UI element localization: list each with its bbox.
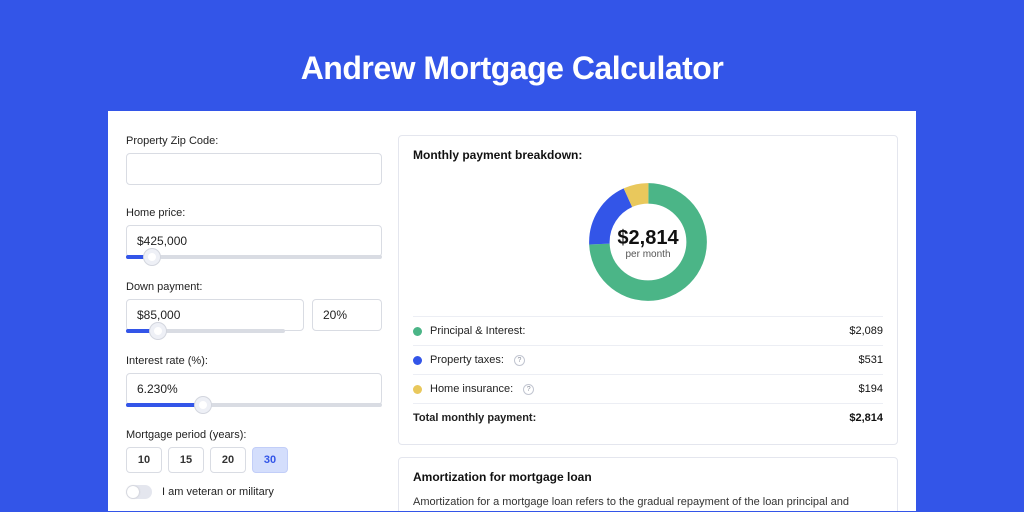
interest-rate-label: Interest rate (%): — [126, 355, 382, 367]
calculator-card: Property Zip Code: Home price: Down paym… — [108, 111, 916, 511]
zip-label: Property Zip Code: — [126, 135, 382, 147]
breakdown-item-label: Property taxes: — [430, 354, 504, 366]
period-buttons: 10152030 — [126, 447, 382, 473]
down-payment-group: Down payment: — [126, 281, 382, 333]
home-price-input[interactable] — [126, 225, 382, 257]
breakdown-row: Home insurance:? $194 — [413, 375, 883, 404]
down-payment-slider[interactable] — [126, 329, 285, 333]
breakdown-item-label: Principal & Interest: — [430, 325, 525, 337]
line-items: Principal & Interest: $2,089 Property taxe… — [413, 316, 883, 432]
period-button-20[interactable]: 20 — [210, 447, 246, 473]
breakdown-title: Monthly payment breakdown: — [413, 148, 883, 172]
yellow-dot-icon — [413, 385, 422, 394]
home-price-group: Home price: — [126, 207, 382, 259]
info-icon[interactable]: ? — [523, 384, 534, 395]
veteran-label: I am veteran or military — [162, 486, 274, 498]
donut-chart: $2,814 per month — [413, 172, 883, 316]
donut-center: $2,814 per month — [617, 227, 678, 260]
result-column: Monthly payment breakdown: $2,814 per mo… — [382, 135, 898, 511]
blue-dot-icon — [413, 356, 422, 365]
interest-rate-slider[interactable] — [126, 403, 382, 407]
amortization-panel: Amortization for mortgage loan Amortizat… — [398, 457, 898, 511]
home-price-slider[interactable] — [126, 255, 382, 259]
breakdown-row: Property taxes:? $531 — [413, 346, 883, 375]
period-group: Mortgage period (years): 10152030 — [126, 429, 382, 473]
interest-rate-slider-thumb[interactable] — [195, 397, 211, 413]
breakdown-item-value: $2,089 — [849, 325, 883, 337]
total-value: $2,814 — [849, 412, 883, 424]
green-dot-icon — [413, 327, 422, 336]
zip-group: Property Zip Code: — [126, 135, 382, 185]
amortization-text: Amortization for a mortgage loan refers … — [413, 494, 883, 511]
interest-rate-slider-fill — [126, 403, 203, 407]
period-label: Mortgage period (years): — [126, 429, 382, 441]
veteran-toggle-row: I am veteran or military — [126, 485, 382, 499]
period-button-30[interactable]: 30 — [252, 447, 288, 473]
down-payment-slider-thumb[interactable] — [150, 323, 166, 339]
period-button-10[interactable]: 10 — [126, 447, 162, 473]
breakdown-row: Principal & Interest: $2,089 — [413, 317, 883, 346]
breakdown-panel: Monthly payment breakdown: $2,814 per mo… — [398, 135, 898, 445]
zip-input[interactable] — [126, 153, 382, 185]
veteran-toggle[interactable] — [126, 485, 152, 499]
breakdown-total-row: Total monthly payment: $2,814 — [413, 404, 883, 432]
down-payment-label: Down payment: — [126, 281, 382, 293]
total-label: Total monthly payment: — [413, 412, 536, 424]
amortization-title: Amortization for mortgage loan — [413, 470, 883, 494]
breakdown-item-value: $531 — [859, 354, 883, 366]
form-column: Property Zip Code: Home price: Down paym… — [126, 135, 382, 511]
interest-rate-input[interactable] — [126, 373, 382, 405]
down-payment-pct-input[interactable] — [312, 299, 382, 331]
info-icon[interactable]: ? — [514, 355, 525, 366]
period-button-15[interactable]: 15 — [168, 447, 204, 473]
veteran-toggle-knob — [127, 486, 139, 498]
breakdown-item-label: Home insurance: — [430, 383, 513, 395]
breakdown-item-value: $194 — [859, 383, 883, 395]
home-price-label: Home price: — [126, 207, 382, 219]
interest-rate-group: Interest rate (%): — [126, 355, 382, 407]
home-price-slider-thumb[interactable] — [144, 249, 160, 265]
page-title: Andrew Mortgage Calculator — [108, 0, 916, 111]
donut-amount: $2,814 — [617, 227, 678, 250]
donut-sub: per month — [617, 249, 678, 260]
